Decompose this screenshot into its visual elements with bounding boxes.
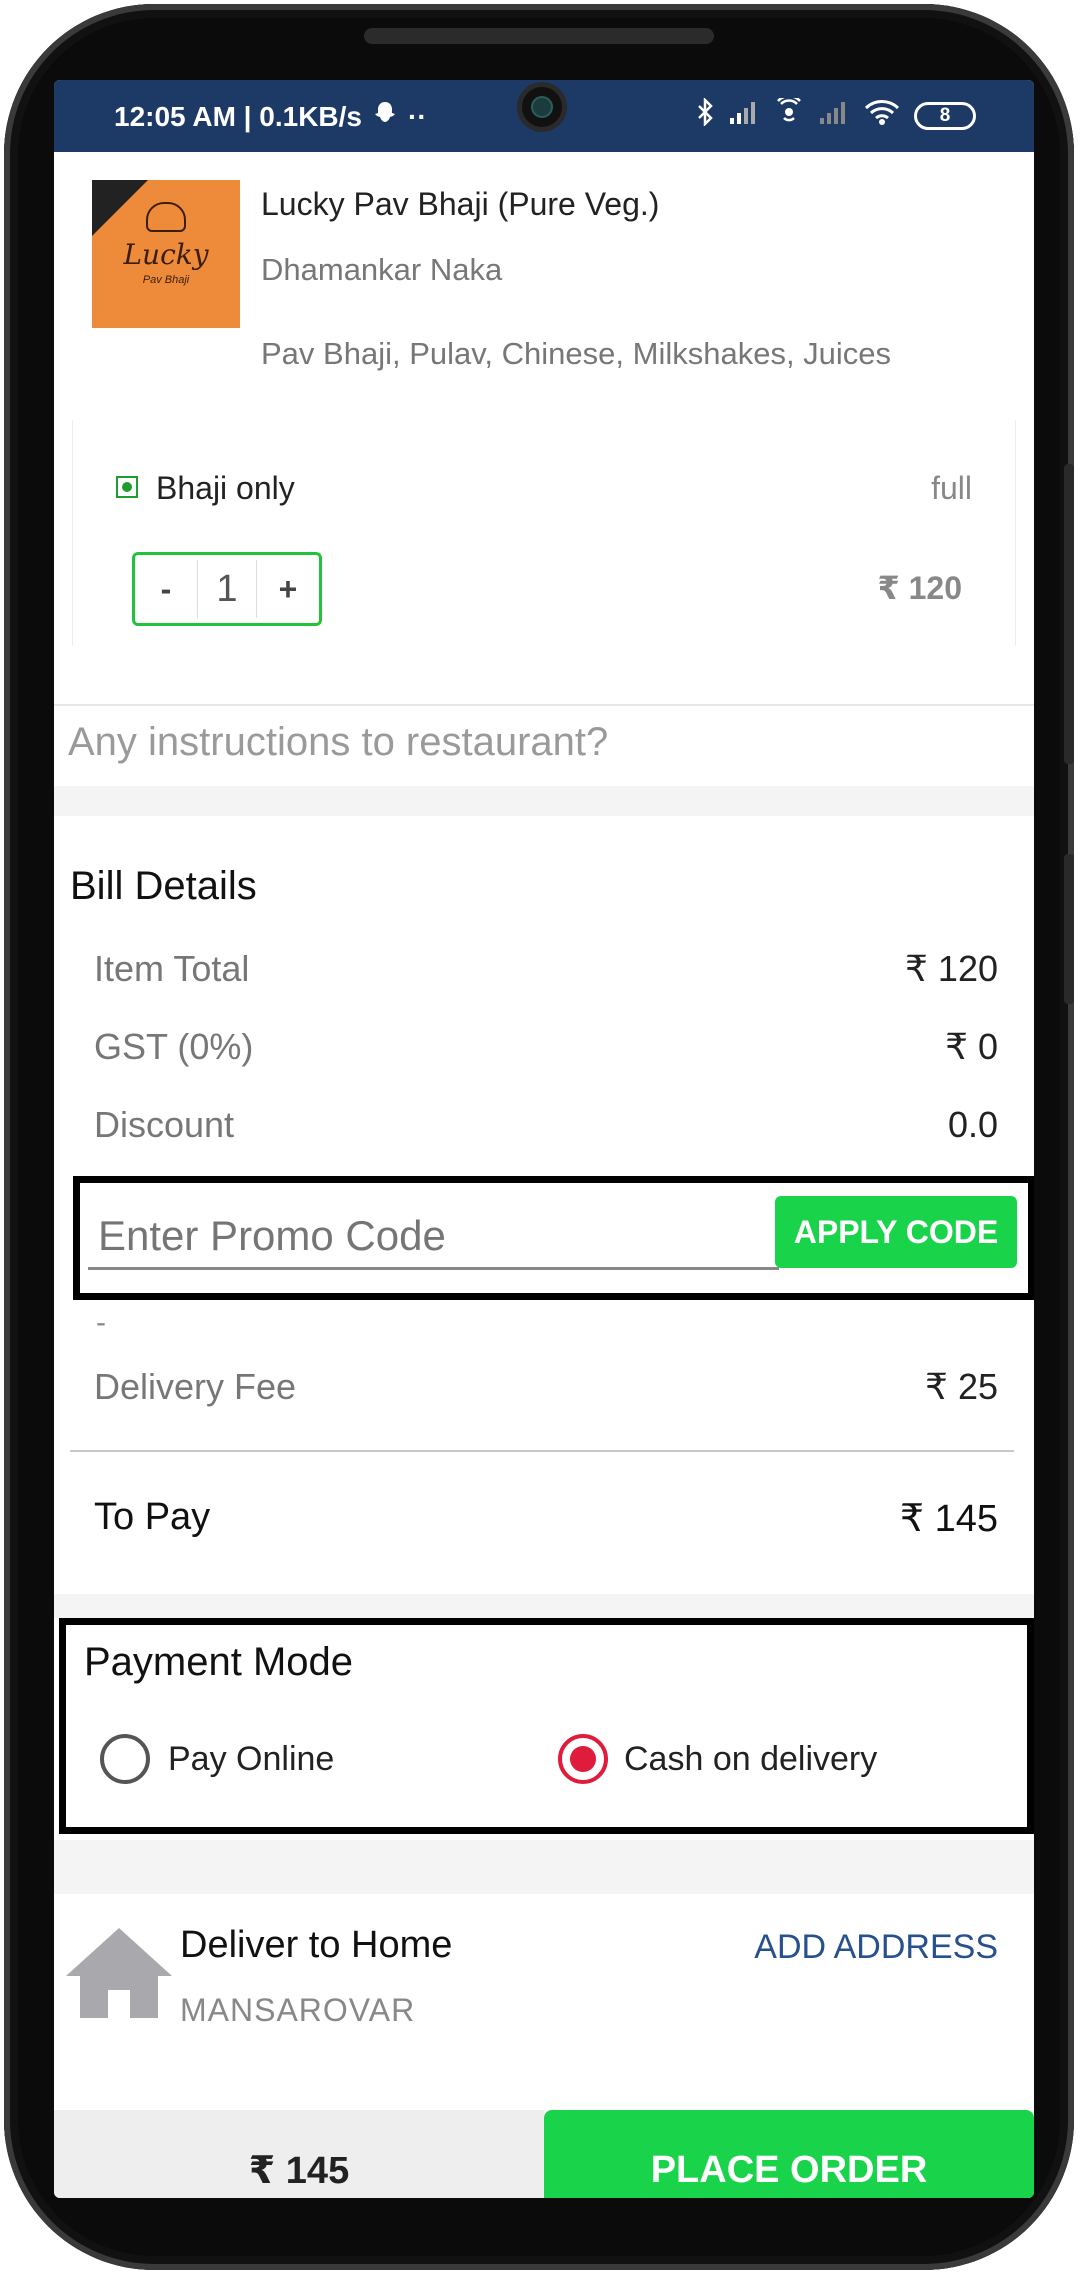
bill-details-title: Bill Details (70, 864, 257, 908)
section-gap (54, 1594, 1034, 1618)
footer-total: ₹ 145 (54, 2110, 544, 2198)
status-dots: ·· (408, 100, 427, 132)
restaurant-cuisines: Pav Bhaji, Pulav, Chinese, Milkshakes, J… (261, 336, 892, 371)
status-bar: 12:05 AM | 0.1KB/s ·· 8 (54, 80, 1034, 152)
delivery-locality: MANSAROVAR (180, 1992, 416, 2028)
bill-row-label: Delivery Fee (94, 1366, 297, 1407)
item-name: Bhaji only (156, 470, 295, 506)
snapchat-icon (372, 100, 398, 133)
screen: 12:05 AM | 0.1KB/s ·· 8 Lucky Pav Bhaji … (54, 80, 1034, 2198)
bill-row-value: ₹ 25 (925, 1366, 998, 1407)
promo-message: - (96, 1306, 106, 1339)
quantity-stepper: - 1 + (132, 552, 322, 626)
restaurant-area: Dhamankar Naka (261, 252, 503, 287)
bill-row-value: 0.0 (947, 1104, 998, 1145)
phone-frame: 12:05 AM | 0.1KB/s ·· 8 Lucky Pav Bhaji … (4, 4, 1074, 2270)
apply-code-button[interactable]: APPLY CODE (775, 1196, 1017, 1268)
divider (70, 1450, 1014, 1452)
item-variant: full (931, 470, 972, 506)
restaurant-logo: Lucky Pav Bhaji (92, 180, 240, 328)
bill-row-label: Item Total (94, 948, 250, 989)
to-pay-value: ₹ 145 (899, 1498, 998, 1540)
signal-icon (728, 100, 760, 131)
increase-quantity-button[interactable]: + (257, 571, 319, 608)
bill-row-label: Discount (94, 1104, 235, 1145)
veg-icon (116, 476, 138, 498)
cash-on-delivery-radio[interactable] (558, 1734, 608, 1784)
payment-mode-title: Payment Mode (84, 1640, 354, 1684)
pay-online-label[interactable]: Pay Online (168, 1740, 334, 1779)
deliver-to-title: Deliver to Home (180, 1924, 453, 1966)
instructions-input[interactable]: Any instructions to restaurant? (68, 720, 608, 765)
section-gap (54, 1840, 1034, 1894)
add-address-link[interactable]: ADD ADDRESS (754, 1928, 998, 1967)
logo-subtext: Pav Bhaji (142, 274, 190, 286)
volume-button (1064, 464, 1074, 764)
front-camera (517, 82, 567, 132)
pay-online-radio[interactable] (100, 1734, 150, 1784)
place-order-button[interactable]: PLACE ORDER (544, 2110, 1034, 2198)
bluetooth-icon (696, 96, 714, 133)
quantity-value: 1 (197, 560, 257, 618)
logo-text: Lucky (123, 238, 209, 271)
section-gap (54, 786, 1034, 816)
bill-row-label: GST (0%) (94, 1026, 254, 1067)
decrease-quantity-button[interactable]: - (135, 571, 197, 608)
status-time-speed: 12:05 AM | 0.1KB/s (114, 100, 363, 132)
cash-on-delivery-label[interactable]: Cash on delivery (624, 1740, 877, 1779)
power-button (1064, 854, 1074, 1004)
hotspot-icon (774, 94, 804, 133)
bill-row-value: ₹ 0 (945, 1026, 998, 1067)
wifi-icon (864, 98, 900, 133)
home-icon (66, 1928, 172, 2018)
speaker-grille (364, 28, 714, 44)
divider (54, 704, 1034, 706)
promo-code-input[interactable] (88, 1204, 779, 1270)
bill-row-value: ₹ 120 (905, 948, 998, 989)
battery-icon: 8 (914, 101, 976, 130)
item-price: ₹ 120 (877, 570, 962, 606)
restaurant-name: Lucky Pav Bhaji (Pure Veg.) (261, 186, 660, 222)
to-pay-label: To Pay (94, 1496, 211, 1538)
signal-2-icon (818, 100, 850, 131)
